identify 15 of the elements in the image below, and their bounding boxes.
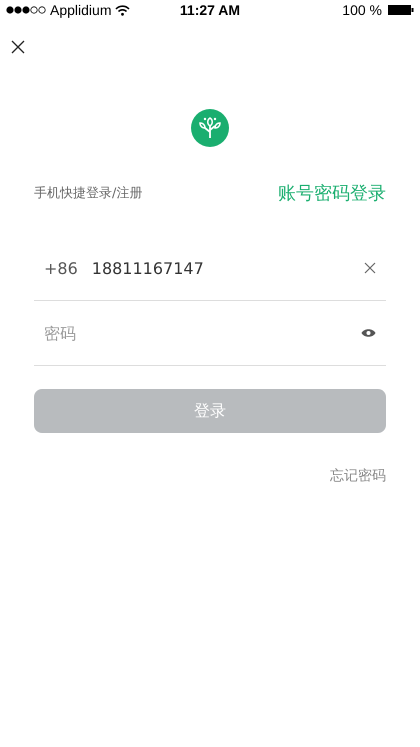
wifi-icon (115, 4, 130, 16)
country-code[interactable]: +86 (44, 258, 78, 278)
forgot-password-link[interactable]: 忘记密码 (330, 467, 386, 485)
phone-input-field[interactable]: 18811167147 (92, 258, 364, 278)
battery-icon (388, 5, 414, 15)
battery-percent: 100 % (342, 2, 382, 18)
eye-icon[interactable] (361, 328, 376, 338)
clear-icon[interactable] (364, 262, 376, 274)
close-icon[interactable] (11, 40, 25, 54)
password-input-field[interactable]: 密码 (44, 324, 361, 342)
login-tab[interactable]: 手机快捷登录/注册 (34, 184, 142, 202)
status-time: 11:27 AM (180, 2, 240, 18)
signal-icon (6, 5, 46, 15)
carrier-name: Applidium (50, 2, 112, 18)
tree-logo-icon (191, 109, 229, 147)
